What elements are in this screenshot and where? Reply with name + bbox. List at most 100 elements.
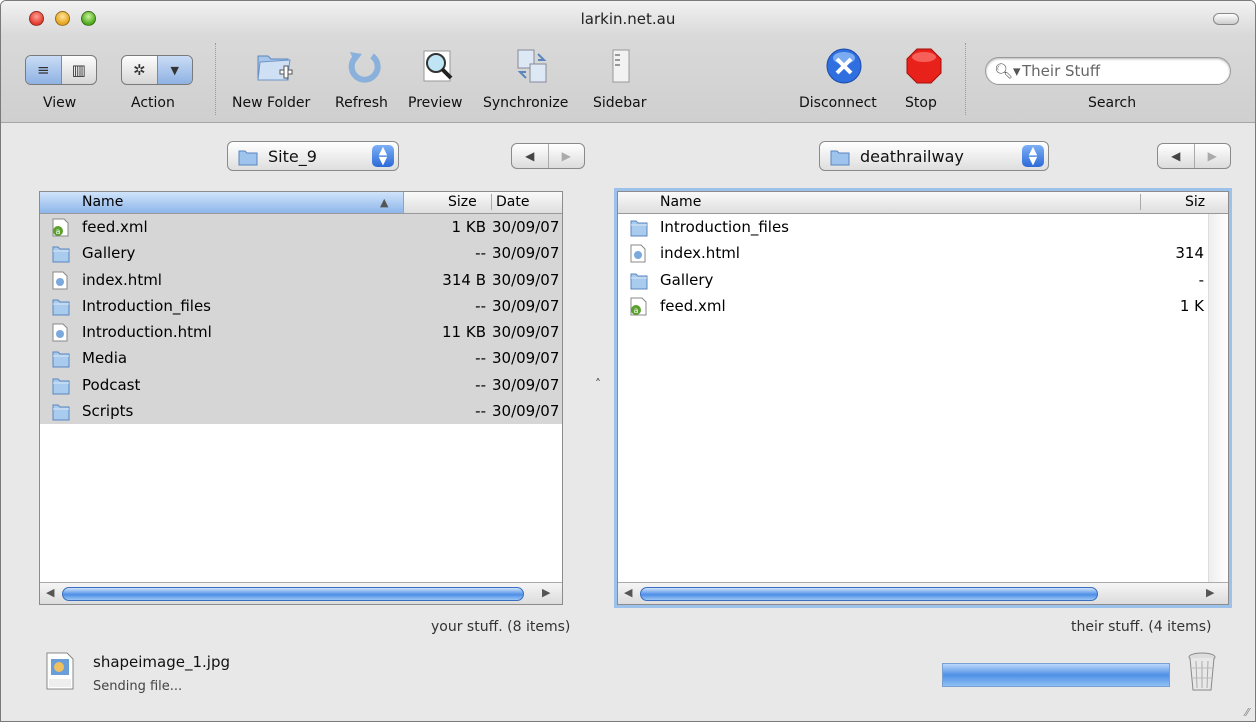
forward-arrow-icon[interactable]: ▶ (1193, 144, 1231, 168)
list-view-icon[interactable]: ≡ (26, 56, 61, 84)
file-date: 30/09/07 (492, 375, 560, 394)
stop-button[interactable] (901, 43, 947, 89)
folder-icon (52, 297, 70, 316)
file-row[interactable]: Media -- 30/09/07 (40, 345, 562, 372)
toolbar-divider (965, 43, 966, 115)
file-row[interactable]: index.html 314 (618, 240, 1228, 266)
disconnect-icon (826, 48, 862, 84)
file-row[interactable]: Introduction_files (618, 214, 1228, 240)
app-window: larkin.net.au ≡ ▥ View ✲ ▼ Action New Fo… (0, 0, 1256, 722)
file-name: Scripts (82, 402, 134, 421)
file-date: 30/09/07 (492, 270, 560, 289)
transfer-status: Sending file... (93, 679, 183, 694)
size-column-header[interactable]: Siz (1140, 194, 1205, 210)
html-file-icon (52, 323, 68, 342)
local-horizontal-scrollbar[interactable]: ◀ ▶ (40, 582, 562, 604)
toolbar-toggle-button[interactable] (1213, 13, 1239, 25)
sidebar-button[interactable] (597, 43, 643, 89)
file-name: feed.xml (660, 296, 726, 315)
refresh-button[interactable] (341, 43, 387, 89)
local-rows: a feed.xml 1 KB 30/09/07 Gallery -- 30/09/07 in… (40, 214, 562, 425)
stop-icon (906, 48, 942, 84)
file-size: 1 KB (451, 218, 486, 236)
jpeg-file-icon (46, 652, 74, 690)
synchronize-icon (517, 49, 547, 83)
file-row[interactable]: Gallery - (618, 267, 1228, 293)
file-name: Introduction_files (82, 296, 211, 315)
local-file-list[interactable]: Name ▲ Size Date a feed.xml 1 KB 30/09/07 Ga… (39, 191, 563, 605)
file-date: 30/09/07 (492, 323, 560, 342)
file-size: 11 KB (442, 323, 486, 342)
date-column-header[interactable]: Date (491, 194, 529, 210)
file-date: 30/09/07 (492, 244, 560, 263)
file-size: -- (475, 375, 486, 394)
local-folder-popup[interactable]: Site_9 ▲ ▼ (227, 141, 399, 171)
toolbar: ≡ ▥ View ✲ ▼ Action New Folder Refresh P… (1, 37, 1255, 123)
sidebar-icon (612, 49, 630, 83)
file-row[interactable]: index.html 314 B 30/09/07 (40, 266, 562, 293)
folder-icon (52, 376, 70, 395)
file-name: Podcast (82, 375, 141, 394)
scroll-left-arrow-icon[interactable]: ◀ (624, 586, 632, 599)
file-size: -- (475, 244, 486, 263)
file-row[interactable]: a feed.xml 1 K (618, 293, 1228, 319)
file-size: - (1198, 270, 1204, 289)
file-row[interactable]: a feed.xml 1 KB 30/09/07 (40, 214, 562, 241)
local-back-forward[interactable]: ◀ ▶ (511, 143, 585, 169)
size-column-header[interactable]: Size (448, 194, 477, 210)
remote-horizontal-scrollbar[interactable]: ◀ ▶ (618, 582, 1228, 604)
new-folder-button[interactable] (251, 43, 297, 89)
file-row[interactable]: Podcast -- 30/09/07 (40, 371, 562, 399)
trash-icon[interactable] (1187, 651, 1217, 693)
scrollbar-thumb[interactable] (62, 587, 524, 601)
gear-icon: ✲ (132, 61, 146, 79)
preview-label: Preview (408, 95, 463, 111)
action-label: Action (131, 95, 175, 111)
file-date: 30/09/07 (492, 402, 560, 421)
file-size: -- (475, 296, 486, 315)
back-arrow-icon[interactable]: ◀ (1158, 144, 1194, 168)
remote-folder-popup[interactable]: deathrailway ▲ ▼ (819, 141, 1049, 171)
name-column-label: Name (82, 194, 124, 210)
column-view-icon[interactable]: ▥ (60, 56, 97, 84)
search-placeholder: Their Stuff (1022, 62, 1101, 80)
progress-fill (943, 664, 1169, 686)
remote-item-count: their stuff. (4 items) (1071, 619, 1212, 635)
file-name: index.html (660, 244, 740, 263)
scroll-left-arrow-icon[interactable]: ◀ (46, 586, 54, 599)
file-row[interactable]: Gallery -- 30/09/07 (40, 240, 562, 267)
forward-arrow-icon[interactable]: ▶ (547, 144, 585, 168)
resize-grip[interactable]: ⁄⁄ (1245, 706, 1249, 719)
file-row[interactable]: Introduction_files -- 30/09/07 (40, 292, 562, 320)
scroll-right-arrow-icon[interactable]: ▶ (1206, 586, 1214, 599)
folder-icon (830, 150, 850, 166)
synchronize-button[interactable] (509, 43, 555, 89)
action-menu-button[interactable]: ✲ ▼ (121, 55, 193, 85)
name-column-header[interactable]: Name (660, 194, 701, 210)
svg-text:a: a (56, 227, 61, 236)
file-name: Introduction_files (660, 218, 789, 236)
file-date: 30/09/07 (492, 296, 560, 315)
scroll-right-arrow-icon[interactable]: ▶ (542, 586, 550, 599)
preview-button[interactable] (415, 43, 461, 89)
search-input[interactable]: 🔍︎▾ Their Stuff (985, 57, 1231, 85)
disconnect-button[interactable] (821, 43, 867, 89)
file-row[interactable]: Introduction.html 11 KB 30/09/07 (40, 319, 562, 346)
refresh-label: Refresh (335, 95, 388, 111)
refresh-icon (348, 52, 381, 83)
file-row[interactable]: Scripts -- 30/09/07 (40, 398, 562, 425)
file-date: 30/09/07 (492, 218, 560, 236)
local-item-count: your stuff. (8 items) (431, 619, 571, 635)
split-divider-handle[interactable]: ˄ (595, 377, 601, 391)
file-name: Media (82, 349, 128, 368)
file-size: 1 K (1179, 296, 1204, 315)
remote-back-forward[interactable]: ◀ ▶ (1157, 143, 1231, 169)
view-segmented-control[interactable]: ≡ ▥ (25, 55, 97, 85)
remote-file-list[interactable]: Name Siz Introduction_files index.html 314… (617, 191, 1229, 605)
folder-icon (630, 218, 648, 237)
sidebar-label: Sidebar (593, 95, 647, 111)
xml-feed-icon: a (52, 218, 69, 237)
scrollbar-thumb[interactable] (640, 587, 1098, 601)
remote-vertical-scroll-track[interactable] (1208, 214, 1228, 582)
back-arrow-icon[interactable]: ◀ (512, 144, 548, 168)
